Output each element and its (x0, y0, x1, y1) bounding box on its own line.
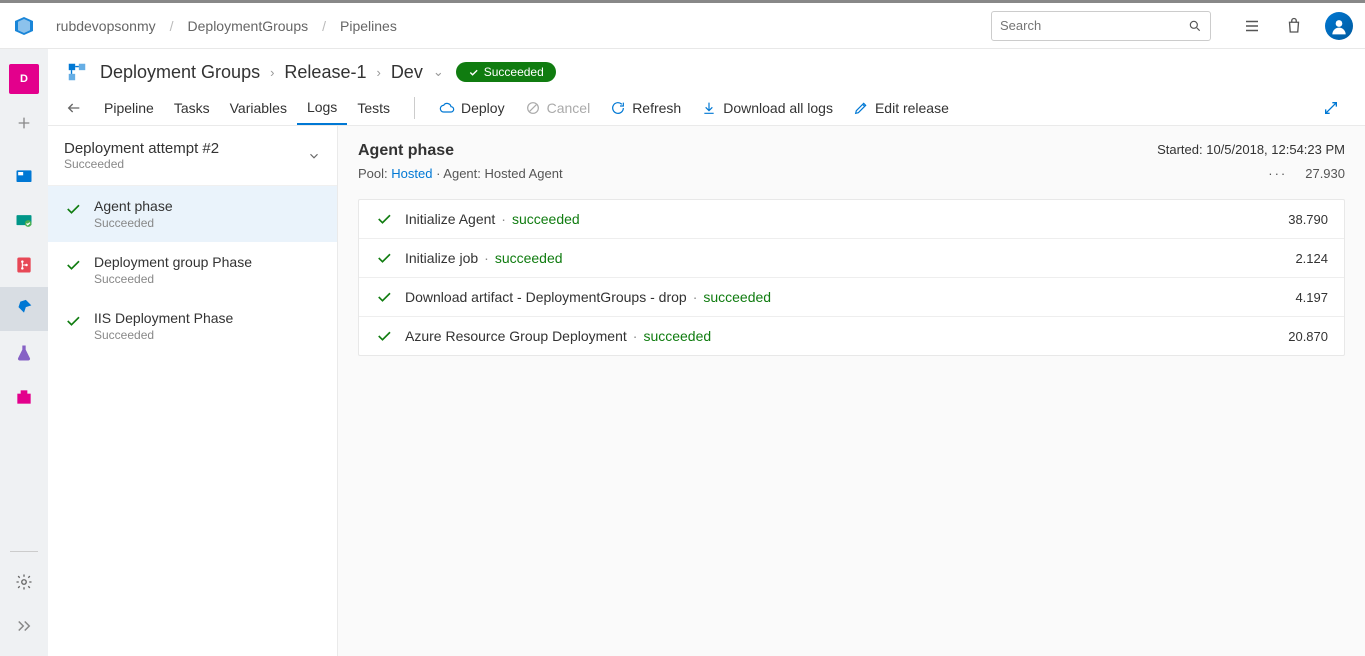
task-list: Initialize Agent·succeeded 38.790 Initia… (358, 199, 1345, 356)
chevron-down-icon[interactable]: ⌄ (433, 64, 444, 80)
phase-list: Deployment attempt #2 Succeeded Agent ph… (48, 126, 338, 656)
task-row[interactable]: Initialize Agent·succeeded 38.790 (359, 200, 1344, 239)
back-icon[interactable] (66, 100, 82, 116)
tab-tests[interactable]: Tests (347, 92, 400, 124)
check-icon (64, 312, 82, 330)
nav-work-icon[interactable] (9, 206, 39, 236)
deployment-groups-icon (66, 61, 88, 83)
page-title[interactable]: Deployment Groups (100, 62, 260, 83)
cloud-icon (439, 100, 455, 116)
check-icon (375, 210, 393, 228)
shopping-bag-icon[interactable] (1283, 15, 1305, 37)
breadcrumb-sep: / (322, 18, 326, 34)
deploy-button[interactable]: Deploy (429, 94, 515, 122)
tab-tasks[interactable]: Tasks (164, 92, 220, 124)
avatar[interactable] (1325, 12, 1353, 40)
attempt-title: Deployment attempt #2 (64, 140, 219, 157)
download-icon (701, 100, 717, 116)
edit-release-button[interactable]: Edit release (843, 94, 959, 122)
topbar: rubdevopsonmy / DeploymentGroups / Pipel… (0, 0, 1365, 49)
check-icon (64, 256, 82, 274)
tabbar: Pipeline Tasks Variables Logs Tests Depl… (48, 83, 1365, 126)
pool-link[interactable]: Hosted (391, 166, 432, 181)
check-icon (375, 249, 393, 267)
collapse-icon[interactable] (9, 611, 39, 641)
task-row[interactable]: Download artifact - DeploymentGroups - d… (359, 278, 1344, 317)
breadcrumb-org[interactable]: rubdevopsonmy (56, 18, 156, 34)
page-header: Deployment Groups › Release-1 › Dev ⌄ Su… (48, 49, 1365, 83)
add-button[interactable] (9, 108, 39, 138)
phase-item-deployment-group[interactable]: Deployment group PhaseSucceeded (48, 242, 337, 298)
nav-repos-icon[interactable] (9, 250, 39, 280)
refresh-button[interactable]: Refresh (600, 94, 691, 122)
separator (414, 97, 415, 119)
breadcrumb-section[interactable]: Pipelines (340, 18, 397, 34)
check-icon (64, 200, 82, 218)
tab-logs[interactable]: Logs (297, 91, 347, 125)
list-icon[interactable] (1241, 15, 1263, 37)
cancel-icon (525, 100, 541, 116)
refresh-icon (610, 100, 626, 116)
nav-artifacts-icon[interactable] (9, 382, 39, 412)
env-name[interactable]: Dev (391, 62, 423, 83)
check-icon (375, 288, 393, 306)
nav-pipelines-icon[interactable] (0, 287, 48, 331)
breadcrumb-project[interactable]: DeploymentGroups (188, 18, 309, 34)
detail-total-time: 27.930 (1305, 166, 1345, 181)
attempt-header[interactable]: Deployment attempt #2 Succeeded (48, 126, 337, 186)
task-row[interactable]: Initialize job·succeeded 2.124 (359, 239, 1344, 278)
detail-started: Started: 10/5/2018, 12:54:23 PM (1157, 142, 1345, 157)
breadcrumb-sep: / (170, 18, 174, 34)
devops-logo-icon[interactable] (12, 14, 36, 38)
tab-pipeline[interactable]: Pipeline (94, 92, 164, 124)
search-box[interactable] (991, 11, 1211, 41)
phase-item-iis[interactable]: IIS Deployment PhaseSucceeded (48, 298, 337, 354)
settings-icon[interactable] (9, 567, 39, 597)
search-icon[interactable] (1188, 19, 1202, 33)
detail-panel: Agent phase Started: 10/5/2018, 12:54:23… (338, 126, 1365, 656)
release-name[interactable]: Release-1 (284, 62, 366, 83)
edit-icon (853, 100, 869, 116)
search-input[interactable] (1000, 18, 1188, 33)
nav-boards-icon[interactable] (9, 162, 39, 192)
phase-item-agent[interactable]: Agent phaseSucceeded (48, 186, 337, 242)
task-row[interactable]: Azure Resource Group Deployment·succeede… (359, 317, 1344, 355)
download-logs-button[interactable]: Download all logs (691, 94, 843, 122)
breadcrumb: rubdevopsonmy / DeploymentGroups / Pipel… (56, 18, 991, 34)
cancel-button: Cancel (515, 94, 601, 122)
tab-variables[interactable]: Variables (220, 92, 297, 124)
detail-pool-info: Pool: Hosted · Agent: Hosted Agent (358, 166, 563, 181)
check-icon (375, 327, 393, 345)
fullscreen-icon[interactable] (1323, 100, 1339, 116)
siderail: D (0, 49, 48, 656)
nav-test-icon[interactable] (9, 338, 39, 368)
project-tile[interactable]: D (9, 64, 39, 94)
status-badge: Succeeded (456, 62, 556, 82)
more-icon[interactable]: ··· (1268, 166, 1287, 181)
detail-title: Agent phase (358, 142, 454, 160)
chevron-right-icon: › (376, 65, 380, 80)
chevron-down-icon[interactable] (307, 149, 321, 163)
chevron-right-icon: › (270, 65, 274, 80)
attempt-status: Succeeded (64, 157, 219, 171)
